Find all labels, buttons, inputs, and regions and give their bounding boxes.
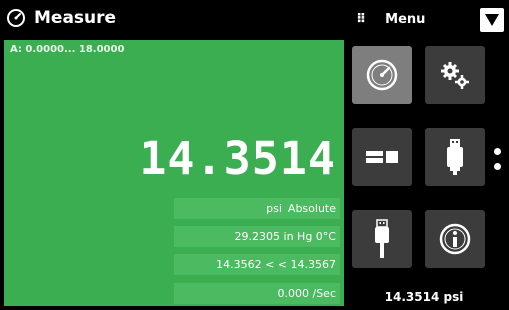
top-bar: Measure ⠿ Menu [0, 0, 509, 40]
tile-measure[interactable] [352, 46, 412, 104]
mode-label: Absolute [287, 202, 336, 215]
tile-display[interactable] [352, 128, 412, 186]
measure-panel[interactable]: A: 0.0000... 18.0000 14.3514 psi Absolut… [4, 40, 344, 306]
tile-usb-device[interactable] [425, 128, 485, 186]
menu-label: Menu [385, 12, 426, 27]
gears-icon [441, 62, 469, 89]
gauge-icon [366, 59, 398, 91]
page-dot [494, 163, 501, 170]
dropdown-button[interactable] [480, 8, 504, 32]
rate-box[interactable]: 0.000 /Sec [174, 283, 340, 304]
info-icon [439, 223, 471, 255]
page-title: Measure [34, 8, 117, 28]
tile-info[interactable] [425, 210, 485, 268]
alt-reading: 29.2305 in Hg 0°C [234, 230, 336, 243]
unit-box[interactable]: psi Absolute [174, 198, 340, 219]
gauge-icon [7, 9, 25, 27]
page-indicator[interactable] [494, 148, 502, 178]
tile-settings[interactable] [425, 46, 485, 104]
page-dot [494, 148, 501, 155]
triangle-down-icon [485, 14, 499, 26]
usb-device-icon [447, 139, 463, 175]
range-limits: 14.3562 < < 14.3567 [216, 258, 336, 271]
menu-reading: 14.3514 psi [384, 290, 464, 304]
unit-label: psi [266, 202, 282, 215]
display-icon [366, 151, 398, 163]
main-reading: 14.3514 [139, 132, 336, 185]
usb-plug-icon [375, 219, 389, 258]
grip-icon: ⠿ [356, 12, 368, 27]
range-label: A: 0.0000... 18.0000 [10, 44, 125, 55]
alt-reading-box[interactable]: 29.2305 in Hg 0°C [174, 226, 340, 247]
range-limits-box[interactable]: 14.3562 < < 14.3567 [174, 254, 340, 275]
menu-header[interactable]: ⠿ Menu [356, 12, 425, 27]
rate-value: 0.000 /Sec [277, 287, 337, 300]
title-area: Measure [6, 8, 116, 28]
tile-usb-plug[interactable] [352, 210, 412, 268]
